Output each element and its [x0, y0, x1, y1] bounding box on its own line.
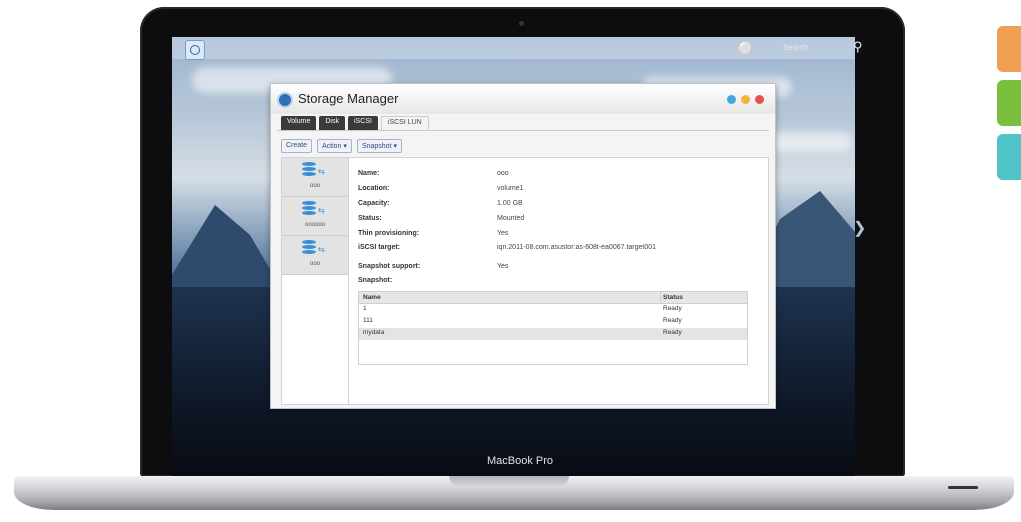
tab-bar: Volume Disk iSCSI iSCSI LUN: [281, 116, 429, 130]
lun-list: ⇆ ooo ⇆ oooooo ⇆ ooo: [282, 158, 349, 404]
database-icon: [302, 201, 316, 217]
search-input[interactable]: Search: [783, 43, 808, 52]
prop-location-key: Location:: [358, 185, 390, 192]
window-title: Storage Manager: [298, 91, 399, 106]
snapshot-status: Ready: [663, 317, 682, 324]
prop-location-value: volume1: [497, 185, 524, 192]
swap-icon: ⇆: [318, 245, 325, 254]
snapshot-name: mydata: [363, 329, 385, 336]
tab-iscsi[interactable]: iSCSI: [347, 116, 378, 130]
chevron-right-icon[interactable]: ❯: [853, 218, 866, 238]
prop-iscsi-target-key: iSCSI target:: [358, 244, 401, 251]
search-icon[interactable]: ⚲: [853, 39, 863, 55]
lun-item[interactable]: ⇆ ooo: [282, 158, 348, 197]
storage-manager-window: Storage Manager Volume Disk iSCSI iSCSI …: [270, 83, 776, 409]
laptop-model-label: MacBook Pro: [486, 455, 554, 467]
lun-label: ooo: [309, 183, 320, 189]
app-icon: [277, 92, 293, 108]
table-row[interactable]: 111 Ready: [359, 316, 747, 328]
column-header-name[interactable]: Name: [363, 294, 381, 301]
side-tab-green[interactable]: [997, 80, 1021, 126]
home-icon[interactable]: [185, 40, 205, 60]
laptop-notch: [449, 476, 569, 486]
swap-icon: ⇆: [318, 206, 325, 215]
table-header: Name Status: [359, 292, 747, 304]
lun-item[interactable]: ⇆ oooooo: [282, 197, 348, 236]
lun-label: ooo: [309, 261, 320, 267]
database-icon: [302, 162, 316, 178]
prop-name-value: ooo: [497, 170, 509, 177]
user-icon[interactable]: ⚪: [738, 41, 753, 55]
side-tab-orange[interactable]: [997, 26, 1021, 72]
prop-capacity-key: Capacity:: [358, 200, 390, 207]
snapshot-status: Ready: [663, 329, 682, 336]
lun-item[interactable]: ⇆ ooo: [282, 236, 348, 275]
snapshot-table: Name Status 1 Ready 111 Ready mydata Rea…: [358, 291, 748, 365]
snapshot-status: Ready: [663, 305, 682, 312]
swap-icon: ⇆: [318, 167, 325, 176]
tab-volume[interactable]: Volume: [281, 116, 317, 130]
column-header-status[interactable]: Status: [663, 294, 683, 301]
maximize-button[interactable]: [741, 95, 750, 104]
snapshot-dropdown[interactable]: Snapshot ▾: [356, 139, 402, 153]
close-button[interactable]: [755, 95, 764, 104]
prop-status-value: Mounted: [497, 215, 525, 222]
snapshot-name: 1: [363, 305, 367, 312]
prop-name-key: Name:: [358, 170, 380, 177]
side-tab-teal[interactable]: [997, 134, 1021, 180]
snapshot-name: 111: [363, 317, 373, 324]
prop-capacity-value: 1.00 GB: [497, 200, 523, 207]
snapshot-section-label: Snapshot:: [358, 277, 393, 284]
laptop-slot: [948, 486, 978, 489]
minimize-button[interactable]: [727, 95, 736, 104]
lun-label: oooooo: [304, 222, 326, 228]
prop-snapshot-support-value: Yes: [497, 263, 509, 270]
window-titlebar[interactable]: Storage Manager: [271, 84, 775, 114]
table-row[interactable]: 1 Ready: [359, 304, 747, 316]
table-row[interactable]: mydata Ready: [359, 328, 747, 340]
tab-disk[interactable]: Disk: [319, 116, 345, 130]
prop-iscsi-target-value: iqn.2011-08.com.asustor:as-608t-ea0067.t…: [497, 244, 657, 251]
database-icon: [302, 240, 316, 256]
prop-status-key: Status:: [358, 215, 382, 222]
tab-iscsi-lun[interactable]: iSCSI LUN: [380, 116, 429, 130]
content-panel: ⇆ ooo ⇆ oooooo ⇆ ooo Name: ooo Location:…: [281, 157, 769, 405]
create-button[interactable]: Create: [281, 139, 313, 153]
prop-thin-provisioning-key: Thin provisioning:: [358, 230, 420, 237]
action-dropdown[interactable]: Action ▾: [317, 139, 352, 153]
prop-snapshot-support-key: Snapshot support:: [358, 263, 421, 270]
prop-thin-provisioning-value: Yes: [497, 230, 509, 237]
toolbar: Create Action ▾ Snapshot ▾: [281, 139, 402, 153]
camera-icon: [519, 21, 524, 26]
